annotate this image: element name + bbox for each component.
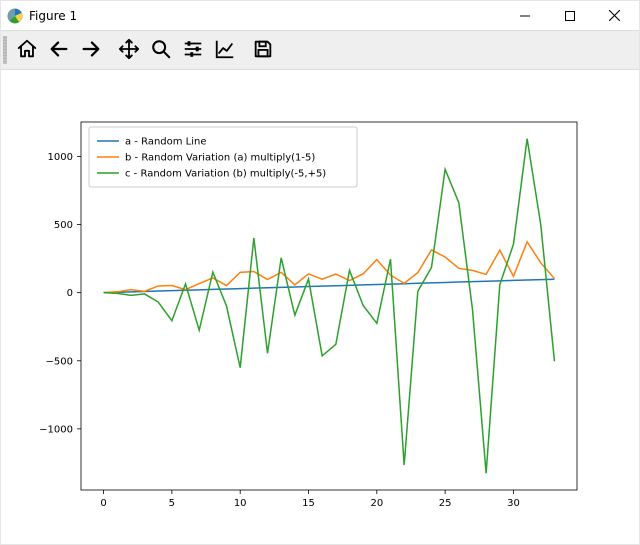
series-line <box>104 242 555 293</box>
move-icon <box>118 38 140 63</box>
svg-text:0: 0 <box>67 288 73 299</box>
home-button[interactable] <box>11 35 43 65</box>
legend-entry: a - Random Line <box>125 137 207 148</box>
home-icon <box>16 38 38 63</box>
svg-text:−500: −500 <box>46 356 73 367</box>
chart-plot: 0 5 10 15 20 25 30 −1000 −500 0 500 1000 a - Random … <box>1 70 640 545</box>
window-maximize-button[interactable] <box>547 1 592 30</box>
svg-text:0: 0 <box>100 498 106 509</box>
forward-button[interactable] <box>75 35 107 65</box>
toolbar-grip <box>3 36 7 64</box>
window-title: Figure 1 <box>29 9 77 23</box>
matplotlib-toolbar <box>1 30 639 70</box>
svg-text:500: 500 <box>54 220 73 231</box>
titlebar: Figure 1 <box>1 1 639 30</box>
arrow-right-icon <box>80 38 102 63</box>
figure-canvas[interactable]: 0 5 10 15 20 25 30 −1000 −500 0 500 1000 a - Random … <box>1 70 639 544</box>
figure-window: Figure 1 <box>0 0 640 545</box>
legend-entry: c - Random Variation (b) multiply(-5,+5) <box>125 169 326 180</box>
back-button[interactable] <box>43 35 75 65</box>
svg-text:1000: 1000 <box>48 152 73 163</box>
magnifier-icon <box>150 38 172 63</box>
svg-text:5: 5 <box>169 498 175 509</box>
svg-text:−1000: −1000 <box>39 424 73 435</box>
svg-text:10: 10 <box>234 498 247 509</box>
matplotlib-app-icon <box>7 8 23 24</box>
window-minimize-button[interactable] <box>502 1 547 30</box>
sliders-icon <box>182 38 204 63</box>
configure-subplots-button[interactable] <box>177 35 209 65</box>
svg-text:15: 15 <box>302 498 315 509</box>
svg-text:20: 20 <box>370 498 383 509</box>
edit-axis-button[interactable] <box>209 35 241 65</box>
zoom-button[interactable] <box>145 35 177 65</box>
series-line <box>104 139 555 474</box>
svg-text:30: 30 <box>507 498 520 509</box>
chart-line-icon <box>214 38 236 63</box>
legend-entry: b - Random Variation (a) multiply(1-5) <box>125 153 315 164</box>
pan-button[interactable] <box>113 35 145 65</box>
window-close-button[interactable] <box>592 1 637 30</box>
save-button[interactable] <box>247 35 279 65</box>
save-icon <box>252 38 274 63</box>
arrow-left-icon <box>48 38 70 63</box>
svg-text:25: 25 <box>439 498 452 509</box>
